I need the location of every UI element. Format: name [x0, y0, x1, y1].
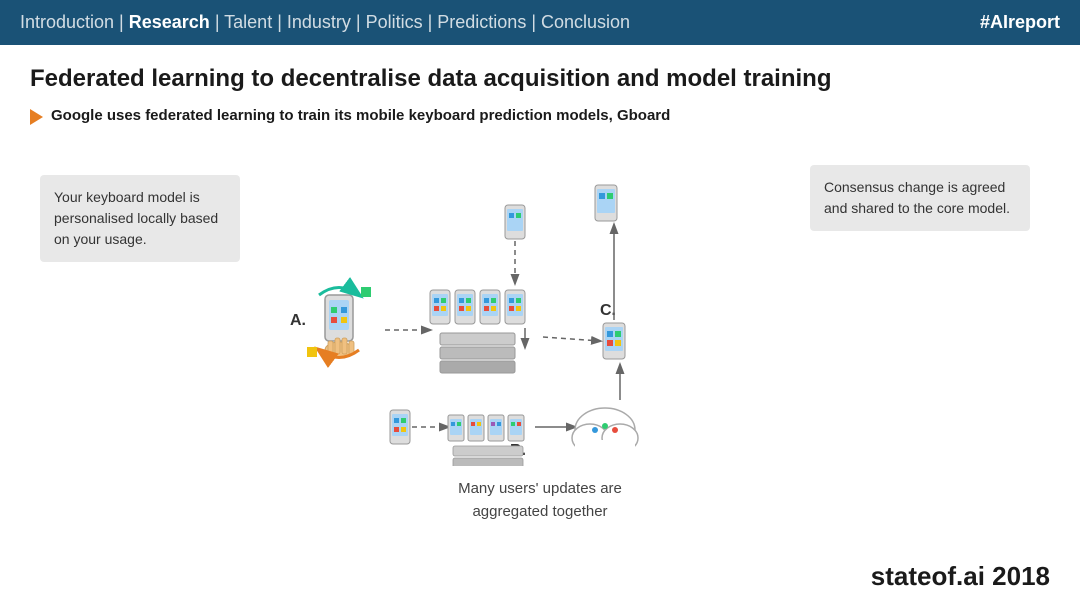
footer-text: stateof.ai 2018: [871, 561, 1050, 591]
svg-text:A.: A.: [290, 312, 306, 329]
footer: stateof.ai 2018: [871, 561, 1050, 592]
box-left-text: Your keyboard model is personalised loca…: [54, 189, 218, 247]
header: Introduction | Research | Talent | Indus…: [0, 0, 1080, 45]
diagram-svg: A.: [230, 145, 830, 495]
triangle-icon: [30, 109, 43, 125]
phone-c: [603, 323, 625, 359]
navigation: Introduction | Research | Talent | Indus…: [20, 12, 630, 33]
main-content: Federated learning to decentralise data …: [0, 45, 1080, 545]
info-box-left: Your keyboard model is personalised loca…: [40, 175, 240, 262]
subtitle-text: Google uses federated learning to train …: [51, 107, 670, 124]
box-bottom-text: Many users' updates are aggregated toget…: [458, 480, 622, 520]
phone-top: [505, 205, 525, 239]
phone-top-c: [595, 185, 617, 221]
cloud-icon: [572, 408, 638, 460]
diagram-area: Your keyboard model is personalised loca…: [30, 145, 1050, 535]
page-title: Federated learning to decentralise data …: [30, 65, 1050, 93]
info-box-right: Consensus change is agreed and shared to…: [810, 165, 1030, 231]
hashtag: #AIreport: [980, 12, 1060, 33]
box-right-text: Consensus change is agreed and shared to…: [824, 179, 1010, 216]
phone-a-icon: [325, 295, 354, 358]
phone-b-single: [390, 410, 410, 444]
info-box-bottom: Many users' updates are aggregated toget…: [420, 466, 660, 535]
subtitle: Google uses federated learning to train …: [30, 107, 1050, 125]
nav-research: Research: [129, 12, 210, 32]
phones-center-group: [430, 290, 525, 373]
